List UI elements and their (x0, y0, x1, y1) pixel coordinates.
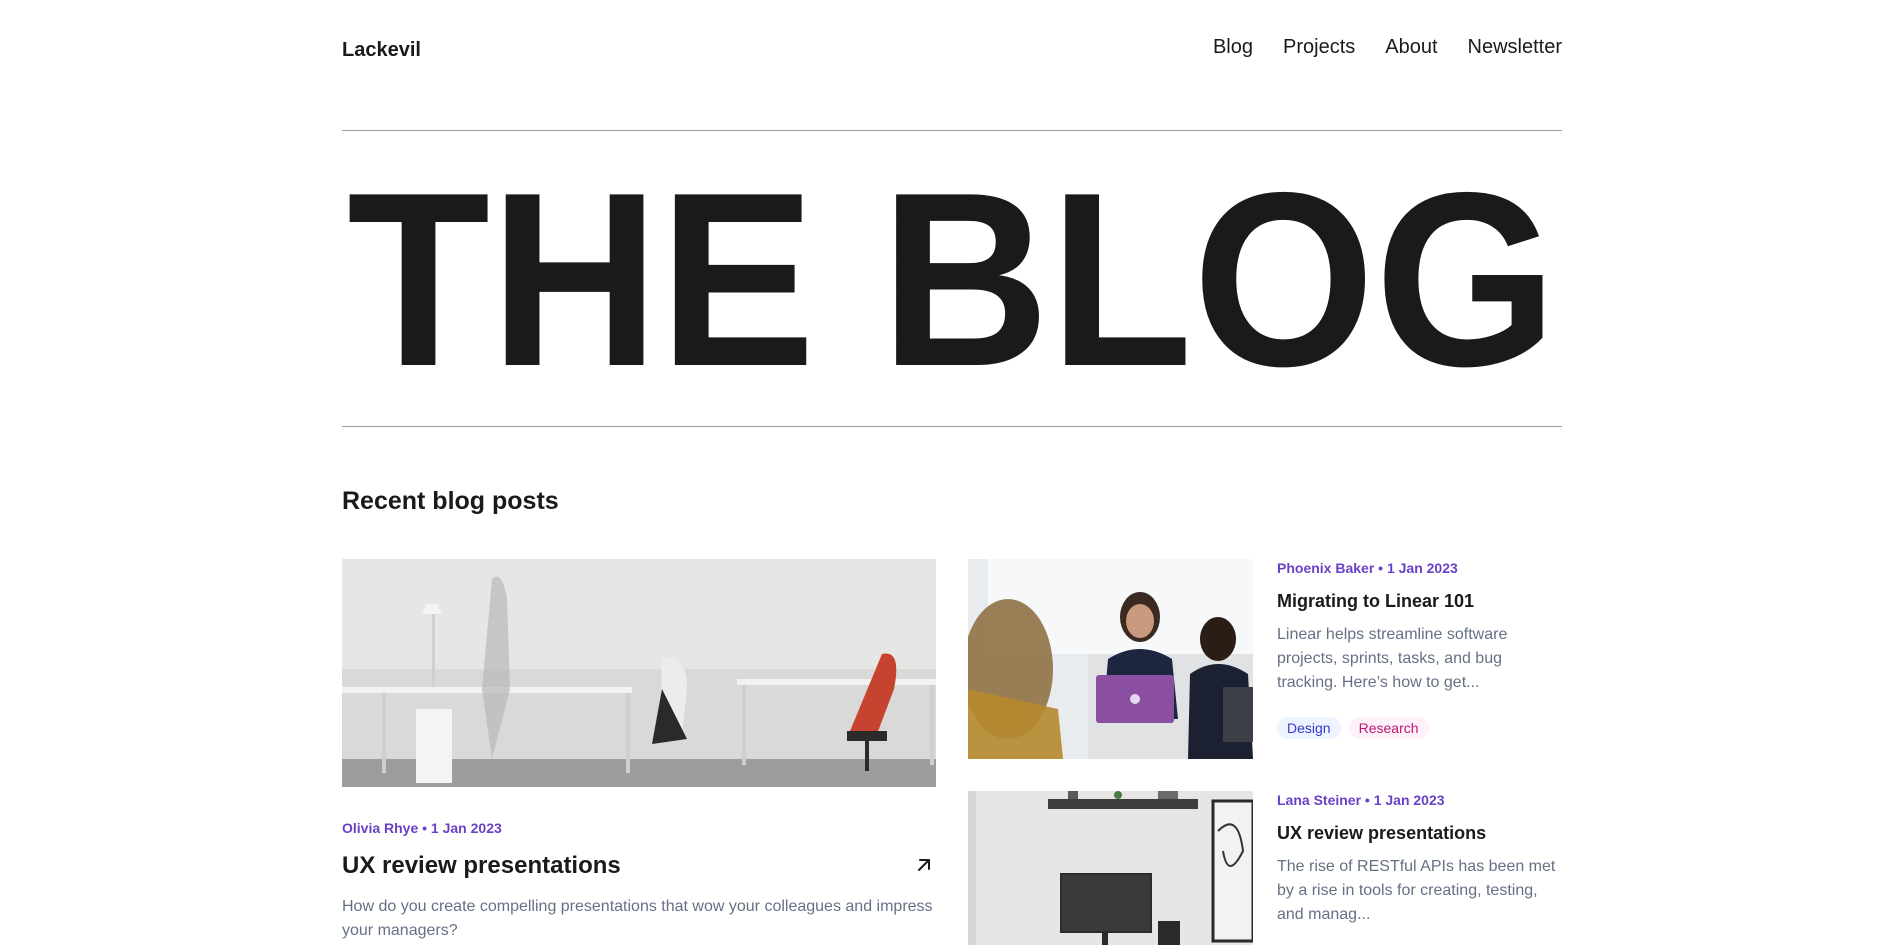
post-meta: Lana Steiner • 1 Jan 2023 (1277, 792, 1445, 808)
site-header: Lackevil Blog Projects About Newsletter (342, 36, 1562, 66)
featured-post-meta: Olivia Rhye • 1 Jan 2023 (342, 820, 502, 836)
featured-post-title[interactable]: UX review presentations (342, 852, 621, 880)
post-title[interactable]: UX review presentations (1277, 823, 1486, 844)
nav-item-newsletter[interactable]: Newsletter (1468, 36, 1562, 59)
hero-banner: THE BLOG (342, 133, 1562, 425)
post-image[interactable] (968, 559, 1253, 759)
post-title[interactable]: Migrating to Linear 101 (1277, 591, 1474, 612)
tag-design[interactable]: Design (1277, 717, 1341, 739)
main-nav: Blog Projects About Newsletter (1213, 36, 1562, 59)
nav-item-projects[interactable]: Projects (1283, 36, 1355, 59)
hero-top-divider (342, 130, 1562, 131)
arrow-up-right-icon[interactable] (912, 853, 936, 877)
nav-item-blog[interactable]: Blog (1213, 36, 1253, 59)
meeting-laptop-photo (968, 559, 1253, 759)
nav-item-about[interactable]: About (1385, 36, 1437, 59)
featured-post-image[interactable] (342, 559, 936, 787)
post-excerpt: Linear helps streamline software project… (1277, 626, 1508, 691)
post-image[interactable] (968, 791, 1253, 945)
tag-research[interactable]: Research (1348, 717, 1429, 739)
section-title: Recent blog posts (342, 487, 559, 515)
post-excerpt: The rise of RESTful APIs has been met by… (1277, 858, 1556, 923)
hero-title: THE BLOG (347, 140, 1557, 418)
featured-post-excerpt: How do you create compelling presentatio… (342, 898, 933, 939)
post-tags: Design Research (1277, 717, 1429, 739)
page: Lackevil Blog Projects About Newsletter … (0, 0, 1904, 945)
office-desks-photo (342, 559, 936, 787)
post-meta: Phoenix Baker • 1 Jan 2023 (1277, 560, 1458, 576)
hero-title-graphic: THE BLOG (347, 140, 1557, 418)
brand-logo[interactable]: Lackevil (342, 39, 421, 62)
hero-bottom-divider (342, 426, 1562, 427)
desk-monitor-photo (968, 791, 1253, 945)
featured-post-card[interactable]: Olivia Rhye • 1 Jan 2023 UX review prese… (342, 559, 936, 939)
